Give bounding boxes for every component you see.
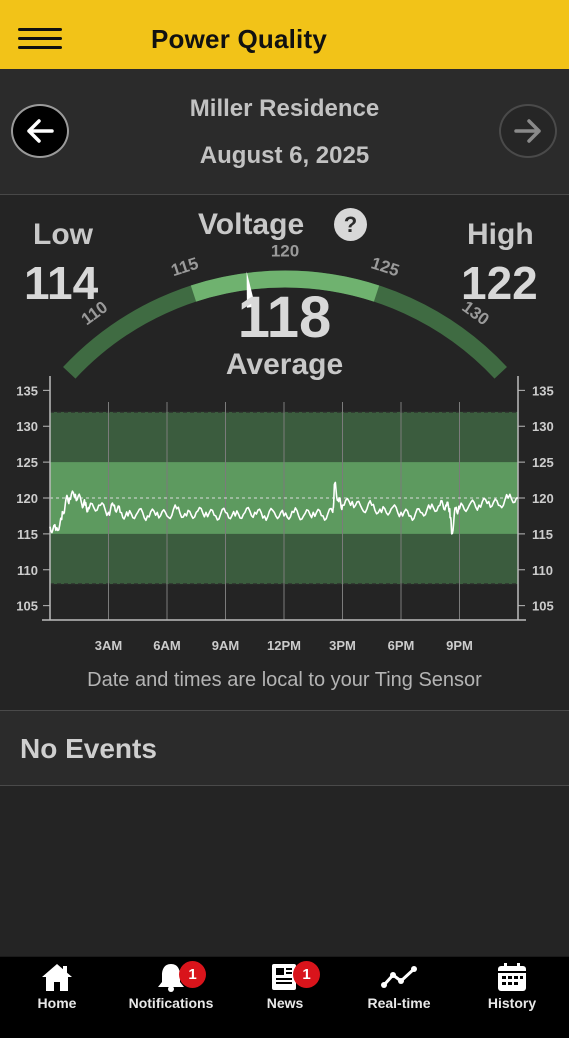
home-icon [42, 964, 72, 991]
tab-home-label: Home [37, 995, 77, 1011]
tab-real-time-label: Real-time [367, 995, 431, 1011]
chart-y-tick-label: 135 [16, 383, 38, 398]
chart-y-tick-label: 105 [16, 599, 38, 614]
chart-x-tick-label: 3PM [329, 638, 356, 653]
chart-x-tick-label: 3AM [95, 638, 122, 653]
date-navigation: Miller Residence August 6, 2025 [0, 69, 569, 195]
tab-real-time[interactable]: Real-time [342, 957, 456, 1038]
events-section: No Events [0, 710, 569, 786]
average-value: 118 [237, 285, 332, 350]
low-label: Low [33, 218, 93, 251]
notifications-badge: 1 [179, 961, 206, 988]
tab-notifications[interactable]: 1 Notifications [114, 957, 228, 1038]
chart-y-tick-label: 115 [532, 527, 553, 542]
tab-news-label: News [266, 995, 304, 1011]
tab-history[interactable]: History [455, 957, 569, 1038]
chart-y-tick-label: 130 [16, 419, 38, 434]
current-date: August 6, 2025 [199, 142, 370, 169]
next-day-button[interactable] [499, 104, 557, 158]
calendar-icon [498, 963, 526, 991]
voltage-title: Voltage [198, 208, 305, 241]
chart-y-tick-label: 120 [532, 491, 554, 506]
hamburger-menu-icon[interactable] [18, 24, 62, 52]
chart-x-tick-label: 9PM [446, 638, 473, 653]
gauge-tick-label: 115 [169, 254, 201, 281]
tab-news[interactable]: 1 News [228, 957, 342, 1038]
news-badge: 1 [293, 961, 320, 988]
location-name: Miller Residence [189, 95, 380, 122]
high-label: High [467, 218, 534, 251]
gauge-tick-label: 120 [271, 241, 299, 260]
tab-history-label: History [487, 995, 537, 1011]
chart-y-tick-label: 120 [16, 491, 38, 506]
chart-y-tick-label: 115 [17, 527, 38, 542]
events-label: No Events [20, 733, 157, 764]
chart-y-tick-label: 110 [17, 563, 38, 578]
line-chart-icon [381, 966, 417, 988]
bottom-tab-bar: Home 1 Notifications 1 News Real-time Hi… [0, 956, 569, 1038]
chart-y-tick-label: 125 [532, 455, 554, 470]
chart-x-tick-label: 6AM [153, 638, 180, 653]
tab-home[interactable]: Home [0, 957, 114, 1038]
chart-y-tick-label: 130 [532, 419, 554, 434]
chart-x-tick-label: 9AM [212, 638, 239, 653]
voltage-gauge-panel: 110 115 120 125 130 Low 114 Voltage ? High 1… [0, 196, 569, 386]
page-title: Power Quality [151, 24, 327, 54]
gauge-tick-label: 125 [369, 253, 402, 280]
chart-y-tick-label: 105 [532, 599, 554, 614]
chart-y-tick-label: 135 [532, 383, 554, 398]
arrow-right-icon [514, 119, 541, 143]
timezone-note: Date and times are local to your Ting Se… [87, 669, 482, 691]
app-header: Power Quality [0, 0, 569, 69]
help-icon[interactable]: ? [334, 208, 367, 241]
voltage-chart: 105 105 110 110 115 115 120 120 125 125 130 130 135 1… [16, 376, 554, 653]
chart-y-tick-label: 110 [532, 563, 553, 578]
chart-y-tick-label: 125 [16, 455, 38, 470]
tab-notifications-label: Notifications [128, 995, 214, 1011]
chart-x-tick-label: 6PM [388, 638, 415, 653]
chart-x-tick-label: 12PM [267, 638, 301, 653]
